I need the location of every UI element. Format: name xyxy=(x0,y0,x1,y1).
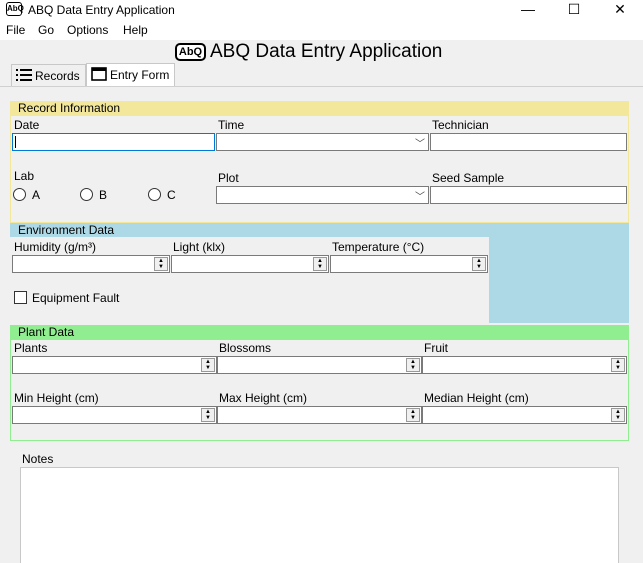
plants-spinbox[interactable]: ▲ ▼ xyxy=(12,356,217,374)
minimize-button[interactable]: — xyxy=(505,0,551,20)
lab-b-radio[interactable] xyxy=(80,188,93,201)
tab-records[interactable]: Records xyxy=(11,64,86,86)
spin-arrows-icon[interactable]: ▲ ▼ xyxy=(611,408,625,422)
spin-arrows-icon[interactable]: ▲ ▼ xyxy=(406,408,420,422)
app-heading: AbQ ABQ Data Entry Application xyxy=(0,40,643,64)
entry-form-panel: Record Information Date Time ﹀ Technicia… xyxy=(0,86,643,563)
plant-header: Plant Data xyxy=(10,325,629,339)
page-title: ABQ Data Entry Application xyxy=(210,41,443,62)
spin-arrows-icon[interactable]: ▲ ▼ xyxy=(313,257,327,271)
spin-arrows-icon[interactable]: ▲ ▼ xyxy=(154,257,168,271)
light-label: Light (klx) xyxy=(173,240,226,254)
max-height-spinbox[interactable]: ▲ ▼ xyxy=(217,406,422,424)
temperature-label: Temperature (°C) xyxy=(332,240,425,254)
equipment-fault-label: Equipment Fault xyxy=(32,291,120,305)
lab-label: Lab xyxy=(14,169,35,183)
form-icon xyxy=(91,67,107,81)
technician-label: Technician xyxy=(432,118,489,132)
list-icon xyxy=(16,69,32,81)
date-input[interactable] xyxy=(12,133,215,151)
date-label: Date xyxy=(14,118,40,132)
blossoms-label: Blossoms xyxy=(219,341,272,355)
lab-b-label: B xyxy=(99,188,108,202)
tab-records-label: Records xyxy=(35,69,80,83)
technician-input[interactable] xyxy=(430,133,627,151)
maximize-button[interactable]: ☐ xyxy=(551,0,597,20)
plants-label: Plants xyxy=(14,341,48,355)
chevron-down-icon: ﹀ xyxy=(415,139,425,150)
min-height-spinbox[interactable]: ▲ ▼ xyxy=(12,406,217,424)
window-titlebar: AbQ ABQ Data Entry Application — ☐ ✕ xyxy=(0,0,643,20)
menu-options[interactable]: Options xyxy=(67,23,108,37)
lab-c-radio[interactable] xyxy=(148,188,161,201)
menu-file[interactable]: File xyxy=(6,23,25,37)
spin-arrows-icon[interactable]: ▲ ▼ xyxy=(472,257,486,271)
record-info-header: Record Information xyxy=(10,101,629,115)
temperature-spinbox[interactable]: ▲ ▼ xyxy=(330,255,488,273)
median-height-label: Median Height (cm) xyxy=(424,391,529,405)
lab-a-radio[interactable] xyxy=(13,188,26,201)
time-label: Time xyxy=(218,118,245,132)
lab-c-label: C xyxy=(167,188,176,202)
plot-combobox[interactable]: ﹀ xyxy=(216,186,429,204)
tab-entry-form[interactable]: Entry Form xyxy=(86,63,175,87)
tab-entry-form-label: Entry Form xyxy=(110,68,170,82)
abq-logo: AbQ xyxy=(175,43,206,61)
lab-a-label: A xyxy=(32,188,41,202)
menu-bar: File Go Options Help xyxy=(0,20,643,40)
notes-textarea[interactable] xyxy=(20,467,619,563)
median-height-spinbox[interactable]: ▲ ▼ xyxy=(422,406,627,424)
seed-sample-input[interactable] xyxy=(430,186,627,204)
max-height-label: Max Height (cm) xyxy=(219,391,308,405)
time-combobox[interactable]: ﹀ xyxy=(216,133,429,151)
record-info-frame xyxy=(10,115,629,223)
window-title: ABQ Data Entry Application xyxy=(28,3,175,17)
blossoms-spinbox[interactable]: ▲ ▼ xyxy=(217,356,422,374)
humidity-spinbox[interactable]: ▲ ▼ xyxy=(12,255,170,273)
spin-arrows-icon[interactable]: ▲ ▼ xyxy=(201,358,215,372)
plot-label: Plot xyxy=(218,171,239,185)
light-spinbox[interactable]: ▲ ▼ xyxy=(171,255,329,273)
min-height-label: Min Height (cm) xyxy=(14,391,99,405)
notes-label: Notes xyxy=(22,452,54,466)
menu-help[interactable]: Help xyxy=(123,23,148,37)
seed-sample-label: Seed Sample xyxy=(432,171,505,185)
fruit-label: Fruit xyxy=(424,341,448,355)
humidity-label: Humidity (g/m³) xyxy=(14,240,97,254)
spin-arrows-icon[interactable]: ▲ ▼ xyxy=(406,358,420,372)
menu-go[interactable]: Go xyxy=(38,23,54,37)
app-icon: AbQ xyxy=(6,2,24,16)
equipment-fault-checkbox[interactable] xyxy=(14,291,27,304)
close-button[interactable]: ✕ xyxy=(597,0,643,20)
plant-frame xyxy=(10,339,629,441)
fruit-spinbox[interactable]: ▲ ▼ xyxy=(422,356,627,374)
environment-header: Environment Data xyxy=(10,223,629,237)
chevron-down-icon: ﹀ xyxy=(415,192,425,203)
spin-arrows-icon[interactable]: ▲ ▼ xyxy=(201,408,215,422)
spin-arrows-icon[interactable]: ▲ ▼ xyxy=(611,358,625,372)
